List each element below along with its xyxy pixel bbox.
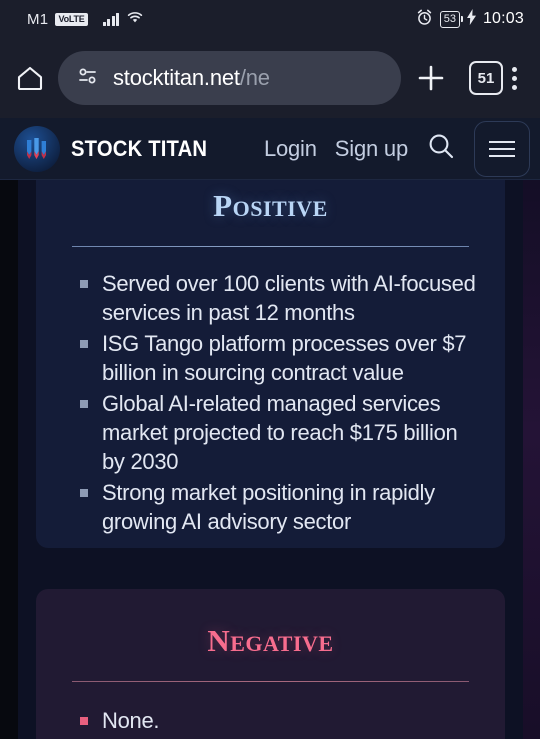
list-item: Strong market positioning in rapidly gro… [80,478,479,536]
positive-divider [72,246,469,247]
three-dot-menu-icon[interactable] [503,66,526,90]
negative-card-title: Negative [207,623,334,658]
page-info-icon[interactable] [76,66,100,91]
charging-bolt-icon [466,9,476,29]
address-bar[interactable]: stocktitan.net/ne [58,51,401,105]
clock-label: 10:03 [482,10,524,27]
battery-indicator: 53 [439,10,464,28]
status-bar-right: 53 10:03 [416,9,524,30]
page-body: Positive Served over 100 clients with AI… [0,180,540,739]
home-icon[interactable] [14,62,46,94]
stock-titan-logo-icon[interactable] [14,125,60,172]
search-icon[interactable] [426,131,456,166]
article-content: Positive Served over 100 clients with AI… [18,180,523,739]
site-header-right: Login Sign up [264,120,530,177]
alarm-clock-icon [416,9,433,30]
url-path: /ne [239,65,270,90]
list-item: Global AI-related managed services marke… [80,389,479,476]
positive-bullet-list: Served over 100 clients with AI-focused … [80,269,479,536]
negative-bullet-list: None. [80,706,479,735]
right-edge-strip [523,180,540,739]
negative-divider [72,681,469,682]
positive-card-title: Positive [213,188,328,223]
phone-status-bar: M1 VoLTE 53 10:03 [0,0,540,38]
left-edge-strip [0,180,18,739]
brand-label[interactable]: STOCK TITAN [71,136,207,162]
positive-card: Positive Served over 100 clients with AI… [36,180,505,548]
list-item: Served over 100 clients with AI-focused … [80,269,479,327]
status-bar-left: M1 VoLTE [27,10,144,28]
volte-badge: VoLTE [55,12,88,26]
login-link[interactable]: Login [264,136,317,162]
list-item: None. [80,706,479,735]
new-tab-button[interactable] [415,62,447,94]
url-text[interactable]: stocktitan.net/ne [113,65,270,91]
browser-toolbar: stocktitan.net/ne 51 [0,38,540,118]
signup-link[interactable]: Sign up [335,136,408,162]
list-item: ISG Tango platform processes over $7 bil… [80,329,479,387]
hamburger-menu-icon[interactable] [474,120,530,177]
wifi-icon [126,10,144,28]
site-header: STOCK TITAN Login Sign up [0,118,540,180]
tab-switcher-button[interactable]: 51 [469,61,503,95]
carrier-label: M1 [27,10,49,28]
url-host: stocktitan.net [113,65,240,90]
negative-card: Negative None. [36,589,505,739]
signal-bars-icon [102,12,120,26]
